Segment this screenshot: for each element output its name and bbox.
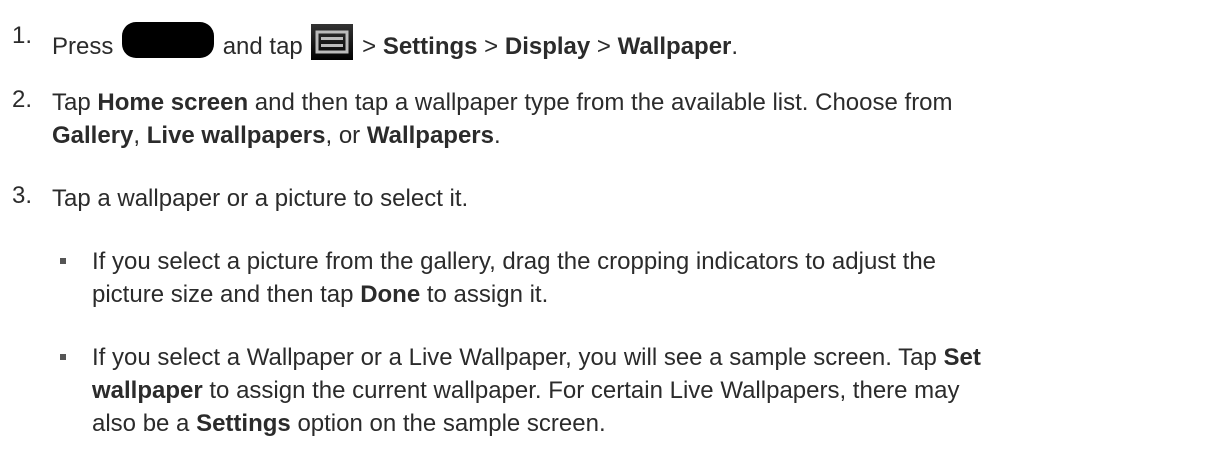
bullet-2-line-3: also be a bbox=[92, 410, 190, 437]
tap-text: Tap bbox=[52, 89, 91, 116]
bullet-text: If you select a Wallpaper or a Live Wall… bbox=[92, 341, 1192, 440]
and-tap-text: and tap bbox=[222, 33, 303, 60]
done-label: Done bbox=[360, 281, 421, 308]
bullet-marker bbox=[60, 354, 66, 360]
step-text: Tap a wallpaper or a picture to select i… bbox=[52, 185, 469, 212]
step-2-text: and then tap a wallpaper type from the a… bbox=[254, 89, 953, 116]
wallpaper-label: wallpaper bbox=[92, 377, 203, 404]
step-text: Press and tap > Settings > Display > Wal… bbox=[52, 22, 1192, 63]
bullet-1-line-2: picture size and then tap bbox=[92, 281, 354, 308]
gallery-label: Gallery bbox=[52, 122, 134, 149]
press-text: Press bbox=[52, 33, 114, 60]
home-button-icon bbox=[122, 22, 215, 58]
settings-label: Settings bbox=[196, 410, 291, 437]
step-number: 2. bbox=[12, 86, 33, 113]
step-text: Tap Home screen and then tap a wallpaper… bbox=[52, 86, 1192, 152]
menu-key-icon bbox=[311, 24, 354, 60]
separator: > bbox=[596, 33, 611, 60]
bullet-2-line-3-end: option on the sample screen. bbox=[297, 410, 606, 437]
bullet-1-line-2-end: to assign it. bbox=[426, 281, 549, 308]
set-label: Set bbox=[943, 344, 981, 371]
separator: > bbox=[484, 33, 499, 60]
live-wallpapers-label: Live wallpapers bbox=[146, 122, 326, 149]
period: . bbox=[731, 33, 739, 60]
step-number: 1. bbox=[12, 22, 33, 49]
bullet-text: If you select a picture from the gallery… bbox=[92, 245, 1192, 311]
bullet-1-line-1: If you select a picture from the gallery… bbox=[92, 248, 937, 275]
wallpaper-label: Wallpaper bbox=[617, 33, 732, 60]
or-text: , or bbox=[325, 122, 361, 149]
display-label: Display bbox=[504, 33, 591, 60]
bullet-marker bbox=[60, 258, 66, 264]
wallpapers-label: Wallpapers bbox=[366, 122, 494, 149]
period: . bbox=[494, 122, 501, 149]
comma: , bbox=[133, 122, 141, 149]
separator: > bbox=[362, 33, 377, 60]
step-number: 3. bbox=[12, 182, 33, 209]
bullet-2-line-1: If you select a Wallpaper or a Live Wall… bbox=[92, 344, 937, 371]
instructions-document: 1. Press and tap > Settings > Display > … bbox=[0, 0, 1210, 473]
bullet-2-line-2: to assign the current wallpaper. For cer… bbox=[209, 377, 960, 404]
settings-label: Settings bbox=[382, 33, 478, 60]
home-screen-label: Home screen bbox=[97, 89, 249, 116]
